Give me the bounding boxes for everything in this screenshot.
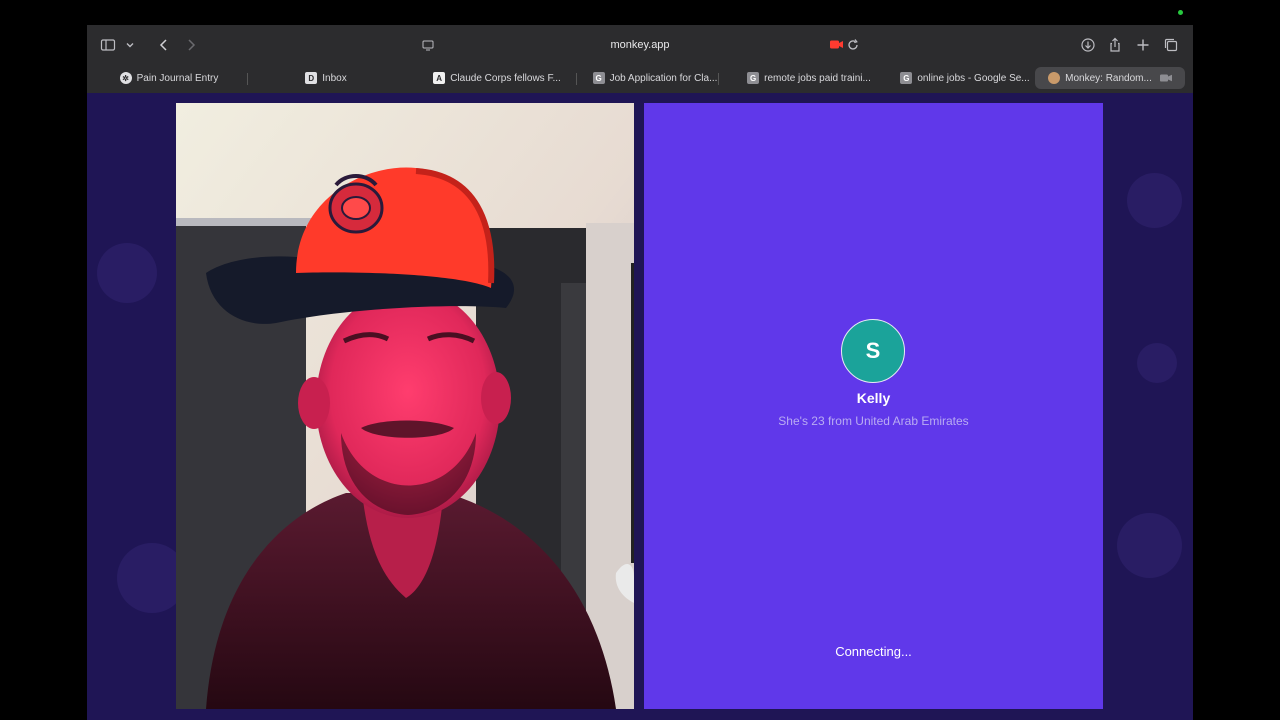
chevron-down-icon[interactable] [120, 35, 140, 55]
monkey-favicon-icon [1048, 72, 1061, 84]
camera-recording-icon[interactable] [830, 40, 843, 49]
partner-panel: S Kelly She's 23 from United Arab Emirat… [644, 103, 1103, 709]
tab-label: remote jobs paid traini... [764, 72, 871, 84]
tab-remote-jobs[interactable]: G remote jobs paid traini... [731, 67, 887, 89]
browser-window: monkey.app ✲ Pain Journal Entry D Inbox … [87, 25, 1193, 720]
tab-pain-journal[interactable]: ✲ Pain Journal Entry [91, 67, 247, 89]
tab-label: Pain Journal Entry [136, 72, 219, 84]
sidebar-toggle-icon[interactable] [98, 35, 118, 55]
background-pattern [1127, 173, 1182, 228]
tab-inbox[interactable]: D Inbox [248, 67, 404, 89]
tab-claude-corps[interactable]: A Claude Corps fellows F... [419, 67, 575, 89]
tab-label: Monkey: Random... [1065, 72, 1152, 84]
tab-bar: ✲ Pain Journal Entry D Inbox A Claude Co… [87, 65, 1193, 94]
forward-icon[interactable] [181, 35, 201, 55]
downloads-icon[interactable] [1078, 35, 1098, 55]
background-pattern [97, 243, 157, 303]
inbox-favicon-icon: D [305, 72, 318, 84]
google-favicon-icon: G [900, 72, 913, 84]
new-tab-icon[interactable] [1133, 35, 1153, 55]
url-text[interactable]: monkey.app [610, 39, 669, 51]
tab-camera-icon [1159, 74, 1172, 82]
tab-label: Claude Corps fellows F... [450, 72, 561, 84]
openai-favicon-icon: ✲ [119, 72, 132, 84]
tab-label: online jobs - Google Se... [917, 72, 1030, 84]
webcam-image [176, 103, 634, 709]
browser-toolbar: monkey.app [87, 25, 1193, 65]
site-settings-icon[interactable] [421, 38, 435, 52]
self-video-feed [176, 103, 634, 709]
partner-avatar: S [841, 319, 905, 383]
camera-indicator-dot [1178, 10, 1183, 15]
back-icon[interactable] [154, 35, 174, 55]
address-bar[interactable]: monkey.app [417, 34, 863, 56]
tab-overview-icon[interactable] [1161, 35, 1181, 55]
partner-info: She's 23 from United Arab Emirates [778, 414, 969, 428]
tab-label: Inbox [322, 72, 347, 84]
reload-icon[interactable] [847, 39, 859, 51]
google-favicon-icon: G [747, 72, 760, 84]
connection-status: Connecting... [835, 644, 912, 659]
tab-separator [718, 73, 719, 85]
anthropic-favicon-icon: A [433, 72, 446, 84]
partner-name: Kelly [856, 390, 891, 406]
tab-job-application[interactable]: G Job Application for Cla... [577, 67, 733, 89]
monkey-app-page: S Kelly She's 23 from United Arab Emirat… [87, 93, 1193, 720]
share-icon[interactable] [1105, 35, 1125, 55]
tab-online-jobs[interactable]: G online jobs - Google Se... [887, 67, 1043, 89]
background-pattern [1117, 513, 1182, 578]
tab-monkey[interactable]: Monkey: Random... [1035, 67, 1185, 89]
background-pattern [1137, 343, 1177, 383]
google-favicon-icon: G [592, 72, 605, 84]
tab-label: Job Application for Cla... [609, 72, 718, 84]
